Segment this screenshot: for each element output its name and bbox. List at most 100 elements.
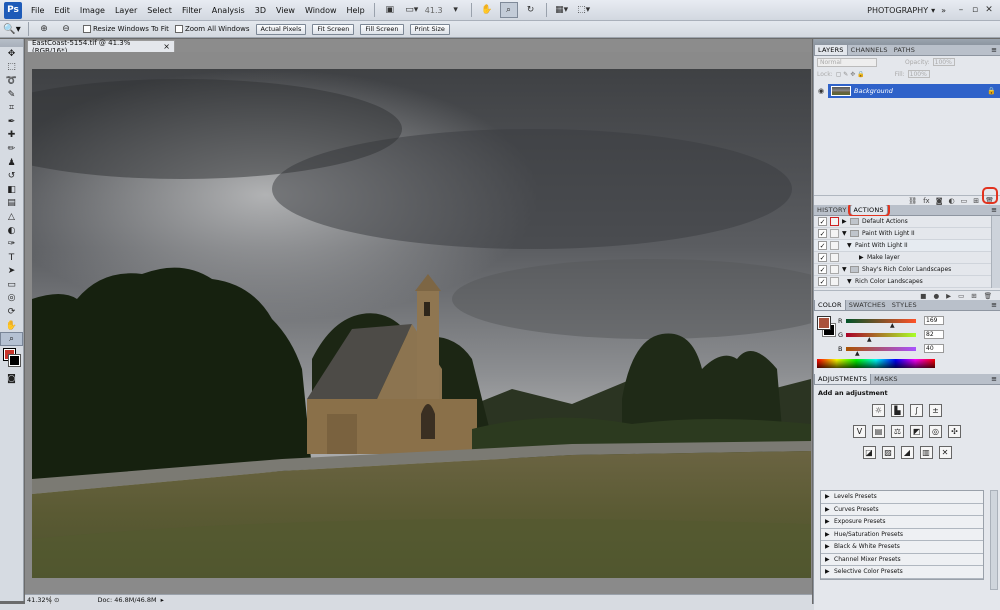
tab-color[interactable]: COLOR	[814, 299, 846, 310]
action-dialog-toggle[interactable]	[830, 277, 839, 286]
layer-mask-icon[interactable]: ◙	[936, 197, 943, 205]
play-icon[interactable]: ▶	[946, 292, 951, 300]
panel-grip[interactable]	[0, 39, 23, 47]
adjustments-panel-menu-icon[interactable]: ≡	[988, 375, 1000, 383]
adjustment-layer-icon[interactable]: ◐	[949, 197, 955, 205]
action-toggle-check[interactable]: ✓	[818, 265, 827, 274]
preset-item[interactable]: ▶ Curves Presets	[821, 504, 983, 516]
collapse-arrow-icon[interactable]: ▼	[842, 266, 850, 273]
brush-tool-icon[interactable]: ✏	[0, 142, 23, 156]
color-balance-icon[interactable]: ⚖	[891, 425, 904, 438]
workspace-switcher[interactable]: PHOTOGRAPHY ▾ »	[867, 6, 946, 15]
dodge-tool-icon[interactable]: ◐	[0, 224, 23, 238]
actual-pixels-button[interactable]: Actual Pixels	[255, 23, 307, 35]
tab-masks[interactable]: MASKS	[871, 374, 901, 384]
action-toggle-check[interactable]: ✓	[818, 241, 827, 250]
fill-input[interactable]: 100%	[907, 70, 930, 78]
menu-filter[interactable]: Filter	[177, 0, 207, 21]
zoom-tool-icon[interactable]: ⌕	[499, 2, 518, 18]
foreground-color-chip[interactable]	[817, 316, 831, 330]
stop-icon[interactable]: ■	[920, 292, 926, 300]
fill-screen-button[interactable]: Fill Screen	[360, 23, 404, 35]
marquee-tool-icon[interactable]: ⬚	[0, 61, 23, 75]
layer-style-icon[interactable]: fx	[923, 197, 930, 205]
preset-item[interactable]: ▶ Exposure Presets	[821, 516, 983, 529]
canvas-area[interactable]	[25, 52, 812, 595]
zoom-tool-preset-icon[interactable]: 🔍▾	[0, 24, 24, 35]
menu-help[interactable]: Help	[342, 0, 370, 21]
new-action-icon[interactable]: ⊞	[971, 292, 976, 300]
arrange-documents-icon[interactable]: ▦▾	[553, 2, 571, 18]
invert-icon[interactable]: ◪	[862, 446, 876, 459]
menu-image[interactable]: Image	[75, 0, 110, 21]
quick-selection-tool-icon[interactable]: ✎	[0, 88, 23, 102]
blue-value-input[interactable]: 40	[924, 344, 944, 353]
action-toggle-check[interactable]: ✓	[818, 229, 827, 238]
slider-thumb-icon[interactable]: ▲	[855, 350, 860, 357]
collapse-arrow-icon[interactable]: ▼	[847, 242, 855, 249]
action-toggle-check[interactable]: ✓	[818, 217, 827, 226]
restore-icon[interactable]: ▫	[968, 5, 982, 15]
expand-arrow-icon[interactable]: ▶	[859, 254, 867, 261]
exposure-icon[interactable]: ±	[929, 404, 942, 417]
photo-filter-icon[interactable]: ◎	[929, 425, 942, 438]
3d-rotate-tool-icon[interactable]: ◎	[0, 292, 23, 306]
preset-item[interactable]: ▶ Selective Color Presets	[821, 566, 983, 579]
screen-mode-full-icon[interactable]: ⬚▾	[575, 2, 593, 18]
zoom-tool-icon[interactable]: ⌕	[0, 332, 23, 347]
status-menu-arrow-icon[interactable]: ▸	[161, 596, 164, 604]
action-row[interactable]: ✓ ▼ Shay's Rich Color Landscapes	[814, 264, 1000, 276]
action-dialog-toggle[interactable]	[830, 241, 839, 250]
zoom-in-icon[interactable]: ⊕	[35, 21, 53, 37]
screen-mode-icon[interactable]: ▭▾	[403, 2, 421, 18]
lock-icons[interactable]: ▢ ✎ ✥ 🔒	[836, 71, 865, 78]
vibrance-icon[interactable]: V	[853, 425, 866, 438]
tab-history[interactable]: HISTORY	[814, 205, 850, 215]
preset-item[interactable]: ▶ Hue/Saturation Presets	[821, 529, 983, 541]
action-row[interactable]: ✓ ▼ Paint With Light II	[814, 240, 1000, 252]
slider-thumb-icon[interactable]: ▲	[867, 336, 872, 343]
pen-tool-icon[interactable]: ✑	[0, 237, 23, 251]
adjustments-scrollbar[interactable]	[990, 490, 998, 590]
green-slider[interactable]: ▲	[846, 332, 916, 343]
action-toggle-check[interactable]: ✓	[818, 253, 827, 262]
resize-windows-checkbox[interactable]: Resize Windows To Fit	[83, 25, 169, 33]
blur-tool-icon[interactable]: △	[0, 210, 23, 224]
menu-3d[interactable]: 3D	[250, 0, 271, 21]
blue-slider[interactable]: ▲	[846, 346, 916, 357]
crop-tool-icon[interactable]: ⌗	[0, 101, 23, 115]
status-info-icon[interactable]: ⊙	[54, 596, 59, 604]
background-color-swatch[interactable]	[8, 354, 21, 368]
action-row[interactable]: ✓ ▼ Rich Color Landscapes	[814, 276, 1000, 288]
channel-mixer-icon[interactable]: ✣	[948, 425, 961, 438]
history-brush-tool-icon[interactable]: ↺	[0, 169, 23, 183]
collapse-arrow-icon[interactable]: ▼	[847, 278, 855, 285]
visibility-eye-icon[interactable]: ◉	[814, 84, 828, 98]
tab-paths[interactable]: PATHS	[891, 45, 918, 55]
tab-styles[interactable]: STYLES	[889, 300, 920, 310]
red-slider[interactable]: ▲	[846, 318, 916, 329]
preset-item[interactable]: ▶ Levels Presets	[821, 491, 983, 504]
tab-actions[interactable]: ACTIONS	[847, 202, 890, 217]
levels-icon[interactable]: ▙	[891, 404, 904, 417]
tab-layers[interactable]: LAYERS	[814, 44, 848, 55]
action-row[interactable]: ✓ ▶ Default Actions	[814, 216, 1000, 228]
zoom-dropdown-icon[interactable]: ▾	[447, 2, 465, 18]
group-icon[interactable]: ▭	[961, 197, 968, 205]
black-white-icon[interactable]: ◩	[910, 425, 923, 438]
menu-layer[interactable]: Layer	[110, 0, 142, 21]
shape-tool-icon[interactable]: ▭	[0, 278, 23, 292]
brightness-contrast-icon[interactable]: ☼	[872, 404, 885, 417]
hue-saturation-icon[interactable]: ▤	[872, 425, 885, 438]
action-toggle-check[interactable]: ✓	[818, 277, 827, 286]
minimize-icon[interactable]: –	[954, 5, 968, 15]
healing-brush-tool-icon[interactable]: ✚	[0, 129, 23, 143]
new-layer-icon[interactable]: ⊞	[973, 197, 979, 205]
blend-mode-select[interactable]: Normal	[817, 57, 877, 67]
action-row[interactable]: ✓ ▶ Make layer	[814, 252, 1000, 264]
actions-panel-menu-icon[interactable]: ≡	[988, 206, 1000, 214]
zoom-all-windows-checkbox[interactable]: Zoom All Windows	[174, 25, 250, 33]
expand-arrow-icon[interactable]: ▶	[842, 218, 850, 225]
action-dialog-toggle[interactable]	[830, 253, 839, 262]
menu-edit[interactable]: Edit	[49, 0, 75, 21]
